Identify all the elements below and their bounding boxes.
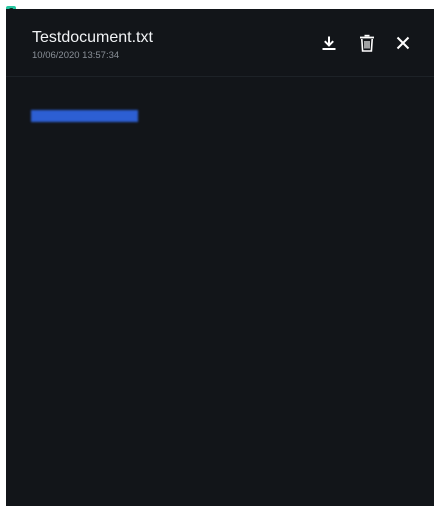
file-name: Testdocument.txt [32, 29, 153, 46]
close-icon [396, 36, 410, 50]
file-content[interactable]: This is a test document [6, 77, 434, 506]
file-viewer-panel: Testdocument.txt 10/06/2020 13:57:34 Thi… [6, 9, 434, 506]
file-timestamp: 10/06/2020 13:57:34 [32, 50, 120, 61]
file-content-text: This is a test document [31, 110, 138, 122]
trash-icon [360, 34, 374, 52]
delete-button[interactable] [356, 32, 378, 54]
download-button[interactable] [318, 32, 340, 54]
download-icon [322, 36, 336, 50]
viewer-header: Testdocument.txt 10/06/2020 13:57:34 [6, 9, 434, 77]
close-button[interactable] [392, 32, 414, 54]
